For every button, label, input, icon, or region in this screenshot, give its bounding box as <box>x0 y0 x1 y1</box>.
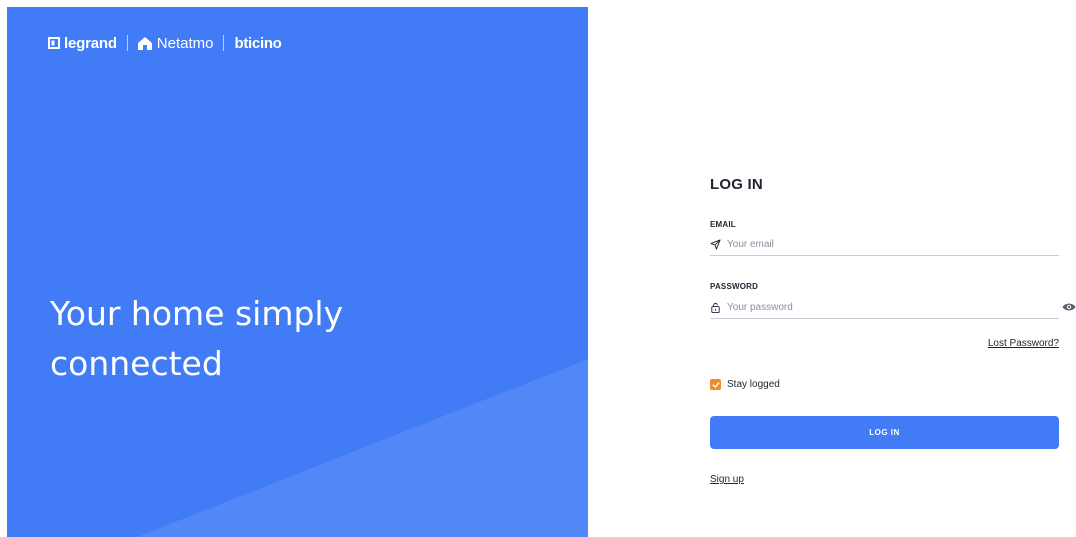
hero-tagline-line1: Your home simply <box>50 294 344 333</box>
password-label: PASSWORD <box>710 282 759 291</box>
login-form: LOG IN EMAIL PASSWORD Lost Password? <box>710 176 1076 485</box>
email-input[interactable] <box>727 238 1027 250</box>
stay-logged-row[interactable]: Stay logged <box>710 379 780 390</box>
check-icon <box>712 381 719 388</box>
stay-logged-checkbox[interactable] <box>710 379 721 390</box>
brand-divider <box>223 35 225 51</box>
login-button[interactable]: LOG IN <box>710 416 1059 449</box>
hero-tagline: Your home simply connected <box>50 289 550 389</box>
login-page: legrand Netatmo bticino Your home simply… <box>0 0 1076 537</box>
lock-icon <box>711 302 720 313</box>
password-field-container <box>710 296 1059 319</box>
email-field-container <box>710 233 1059 256</box>
lost-password-link[interactable]: Lost Password? <box>988 338 1059 349</box>
hero-tagline-line2: connected <box>50 344 223 383</box>
email-label: EMAIL <box>710 220 736 229</box>
bticino-logo: bticino <box>234 34 282 52</box>
netatmo-text: Netatmo <box>156 34 214 52</box>
legrand-text: legrand <box>64 34 117 52</box>
brand-logos: legrand Netatmo bticino <box>48 33 282 53</box>
legrand-logo: legrand <box>48 35 117 52</box>
eye-icon[interactable] <box>1062 302 1076 312</box>
hero-panel: legrand Netatmo bticino Your home simply… <box>7 7 588 537</box>
netatmo-logo: Netatmo <box>137 34 214 52</box>
stay-logged-label: Stay logged <box>727 379 780 390</box>
brand-divider <box>126 35 128 51</box>
netatmo-house-icon <box>137 36 152 50</box>
hero-background-shape <box>137 359 588 537</box>
signup-link[interactable]: Sign up <box>710 474 744 485</box>
login-title: LOG IN <box>710 176 763 193</box>
password-input[interactable] <box>727 301 1027 313</box>
legrand-mark-icon <box>48 37 60 49</box>
send-icon <box>710 238 721 250</box>
